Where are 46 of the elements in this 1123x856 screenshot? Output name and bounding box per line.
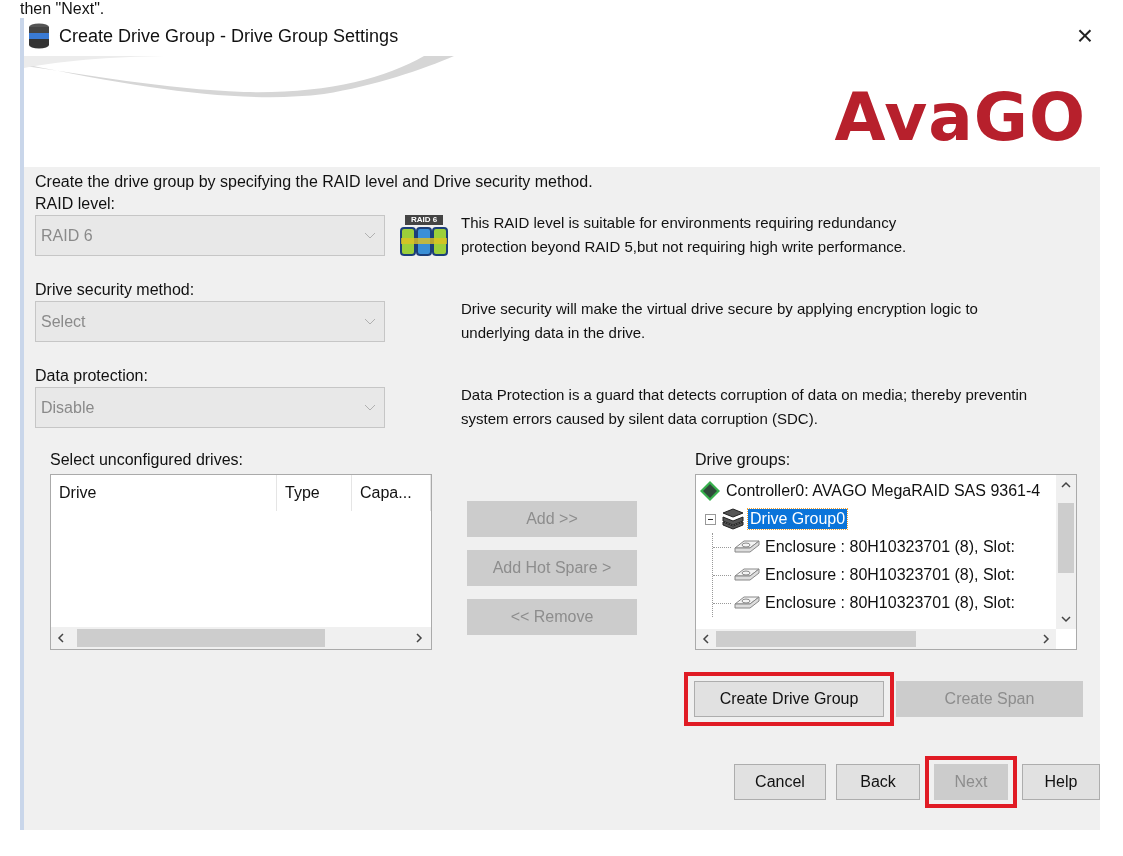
column-header[interactable]: Capa... xyxy=(352,475,431,511)
column-header[interactable]: Drive xyxy=(51,475,277,511)
description-text: Data Protection is a guard that detects corruption of data on media; thereby preventin system errors caused by silent data corruption (SDC). xyxy=(461,385,1029,429)
description-text: Drive security will make the virtual drive secure by applying encryption logic to underlying data in the drive. xyxy=(461,299,979,343)
action-button[interactable]: Cancel xyxy=(734,764,826,800)
chevron-up-icon[interactable] xyxy=(1061,481,1071,488)
drive-icon xyxy=(734,567,760,583)
field-label: RAID level: xyxy=(35,194,117,214)
close-button[interactable]: × xyxy=(1070,20,1100,52)
section-label: Drive groups: xyxy=(695,451,792,470)
horizontal-scrollbar[interactable] xyxy=(51,627,431,649)
vertical-scrollbar[interactable] xyxy=(1056,475,1076,629)
field-label: Data protection: xyxy=(35,366,149,386)
description-text: This RAID level is suitable for environments requiring redundancy protection beyond RAID 5,but not requiring high write performance. xyxy=(461,213,908,257)
caption-text: then "Next". xyxy=(19,0,106,18)
chevron-down-icon xyxy=(364,403,376,412)
chevron-down-icon xyxy=(364,231,376,240)
tree-item[interactable]: Enclosure : 80H10323701 (8), Slot: xyxy=(763,565,1017,585)
field-label: Drive security method: xyxy=(35,280,196,300)
chevron-right-icon[interactable] xyxy=(416,633,423,643)
chevron-down-icon xyxy=(364,317,376,326)
chevron-right-icon[interactable] xyxy=(1043,634,1050,644)
column-header[interactable]: Type xyxy=(277,475,352,511)
database-icon xyxy=(28,23,50,49)
tree-item[interactable]: Drive Group0 xyxy=(748,509,848,529)
drive-icon xyxy=(734,539,760,555)
action-button[interactable]: Create Drive Group xyxy=(694,681,884,717)
action-button[interactable]: Help xyxy=(1022,764,1100,800)
drive-group-tree[interactable]: Controller0: AVAGO MegaRAID SAS 9361-4 Drive Group0 Enclosure : 80H10323701 (8), Slot: Enclosure : 80H10323701 (8), Slot: Enclosure : 80H10323701 (8), Slot: xyxy=(695,474,1077,650)
diamond-icon xyxy=(699,480,721,502)
collapse-toggle-icon[interactable] xyxy=(705,513,716,525)
chevron-left-icon[interactable] xyxy=(57,633,64,643)
section-label: Select unconfigured drives: xyxy=(49,451,244,470)
window-title: Create Drive Group - Drive Group Settings xyxy=(59,25,400,47)
chevron-down-icon[interactable] xyxy=(1061,616,1071,623)
chevron-left-icon[interactable] xyxy=(702,634,709,644)
drive-icon xyxy=(734,595,760,611)
action-button[interactable]: Back xyxy=(836,764,920,800)
intro-text: Create the drive group by specifying the RAID level and Drive security method. xyxy=(35,173,594,191)
tree-item[interactable]: Enclosure : 80H10323701 (8), Slot: xyxy=(763,537,1017,557)
horizontal-scrollbar[interactable] xyxy=(696,629,1056,649)
drive-list[interactable]: Drive Type Capa... xyxy=(50,474,432,650)
logo: AvaGO xyxy=(834,79,1086,156)
tree-item[interactable]: Enclosure : 80H10323701 (8), Slot: xyxy=(763,593,1017,613)
tree-item[interactable]: Controller0: AVAGO MegaRAID SAS 9361-4 xyxy=(724,481,1043,501)
disk-stack-icon xyxy=(721,508,745,530)
